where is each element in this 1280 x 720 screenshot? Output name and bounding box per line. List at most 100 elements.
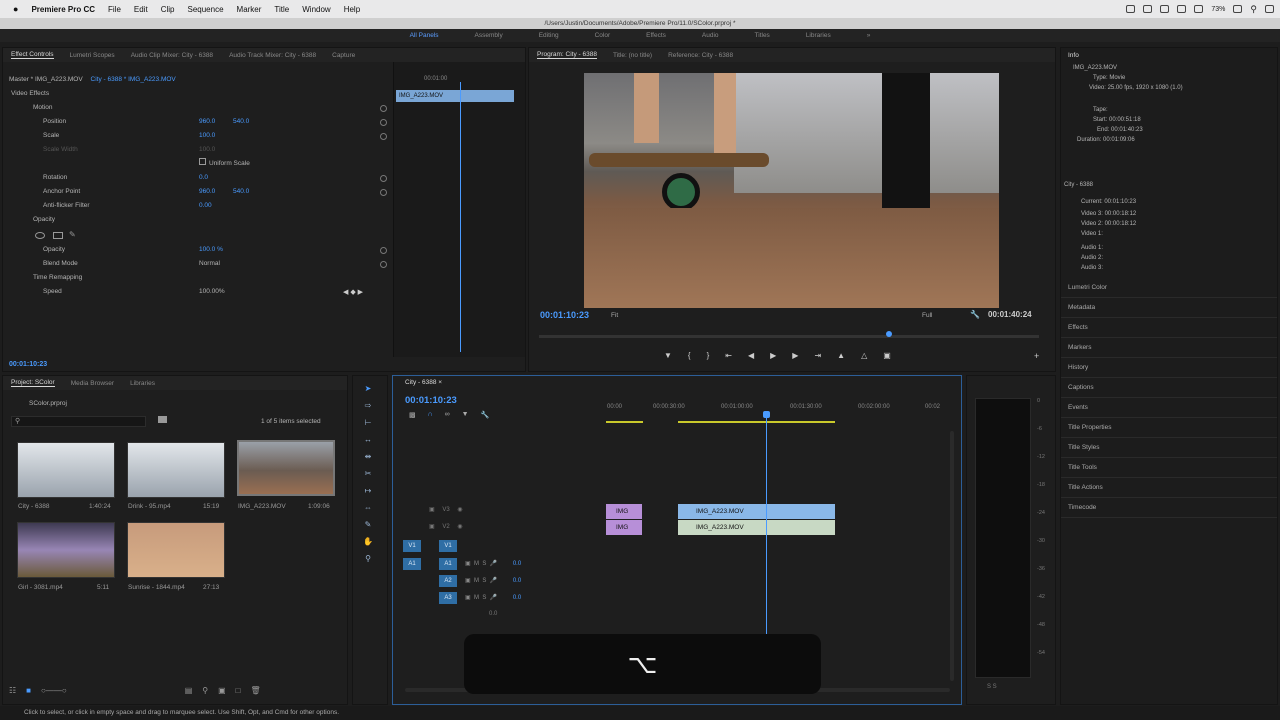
- wifi-icon[interactable]: [1177, 5, 1187, 13]
- vertical-scrollbar[interactable]: [950, 431, 954, 681]
- work-area-bar-short[interactable]: [606, 421, 643, 423]
- panel-metadata[interactable]: Metadata: [1061, 298, 1277, 318]
- new-bin-footer-icon[interactable]: ▣: [218, 686, 226, 695]
- tab-project[interactable]: Project: SColor: [11, 379, 55, 387]
- audio-meter-solo[interactable]: S S: [987, 684, 997, 690]
- mask-pen-icon[interactable]: ✎: [69, 230, 76, 239]
- mini-timeline-playhead[interactable]: [460, 82, 461, 352]
- blend-mode-select[interactable]: Normal: [199, 258, 289, 270]
- linked-selection-icon[interactable]: ∞: [445, 411, 450, 419]
- mark-in-icon[interactable]: {: [688, 351, 691, 360]
- rolling-edit-tool-icon[interactable]: ↔: [363, 435, 373, 445]
- tab-effect-controls[interactable]: Effect Controls: [11, 51, 54, 59]
- timeline-clip-audio-small[interactable]: IMG: [606, 520, 642, 535]
- play-icon[interactable]: ▶: [770, 351, 776, 360]
- timeline-clip-audio[interactable]: IMG_A223.MOV: [678, 520, 835, 535]
- panel-timecode[interactable]: Timecode: [1061, 498, 1277, 518]
- source-patch-v1[interactable]: V1: [403, 540, 421, 552]
- automate-icon[interactable]: ▤: [185, 686, 193, 695]
- go-to-in-icon[interactable]: ⇤: [725, 351, 732, 360]
- project-thumb-girl[interactable]: [17, 522, 115, 578]
- panel-title-styles[interactable]: Title Styles: [1061, 438, 1277, 458]
- track-eye-icon[interactable]: ◉: [457, 507, 462, 513]
- step-back-icon[interactable]: ◀: [748, 351, 754, 360]
- app-menu[interactable]: Premiere Pro CC: [31, 5, 95, 14]
- panel-title-actions[interactable]: Title Actions: [1061, 478, 1277, 498]
- program-current-timecode[interactable]: 00:01:10:23: [540, 310, 589, 320]
- anchor-y-value[interactable]: 540.0: [233, 186, 249, 198]
- timeline-settings-icon[interactable]: 🔧: [481, 411, 490, 419]
- add-marker-icon[interactable]: ▼: [664, 351, 672, 360]
- list-view-icon[interactable]: ☷: [9, 686, 16, 695]
- reset-rotation-icon[interactable]: [380, 175, 387, 182]
- track-eye-icon[interactable]: ◉: [457, 524, 462, 530]
- menu-clip[interactable]: Clip: [161, 5, 175, 14]
- position-y-value[interactable]: 540.0: [233, 116, 249, 128]
- tab-media-browser[interactable]: Media Browser: [71, 380, 114, 387]
- tab-audio-clip-mixer[interactable]: Audio Clip Mixer: City - 6388: [131, 52, 213, 59]
- track-select-tool-icon[interactable]: ⇨: [363, 401, 373, 411]
- track-target-a1[interactable]: A1: [439, 558, 457, 570]
- menu-edit[interactable]: Edit: [134, 5, 148, 14]
- nest-icon[interactable]: ▩: [409, 411, 416, 419]
- reset-opacity-icon[interactable]: [380, 247, 387, 254]
- timeline-ruler[interactable]: 00:00 00:00:30:00 00:01:00:00 00:01:30:0…: [605, 402, 950, 422]
- go-to-out-icon[interactable]: ⇥: [814, 351, 821, 360]
- menu-sequence[interactable]: Sequence: [188, 5, 224, 14]
- panel-history[interactable]: History: [1061, 358, 1277, 378]
- time-remapping-label[interactable]: Time Remapping: [33, 272, 82, 284]
- step-forward-icon[interactable]: ▶: [792, 351, 798, 360]
- mask-ellipse-icon[interactable]: [35, 232, 45, 239]
- selection-tool-icon[interactable]: ➤: [363, 384, 373, 394]
- slip-tool-icon[interactable]: ↦: [363, 486, 373, 496]
- workspace-editing[interactable]: Editing: [539, 32, 559, 39]
- display-icon[interactable]: [1160, 5, 1170, 13]
- ripple-edit-tool-icon[interactable]: ⊢: [363, 418, 373, 428]
- track-lock-icon[interactable]: ▣: [429, 524, 435, 530]
- program-playhead[interactable]: [886, 331, 892, 337]
- search-input[interactable]: ⚲: [11, 416, 146, 427]
- mask-rectangle-icon[interactable]: [53, 232, 63, 239]
- track-header-v3[interactable]: ▣ V3 ◉: [429, 506, 463, 513]
- cc-icon[interactable]: [1126, 5, 1136, 13]
- timeline-tab[interactable]: City - 6388 ×: [405, 379, 442, 386]
- project-thumb-drink[interactable]: [127, 442, 225, 498]
- panel-title-tools[interactable]: Title Tools: [1061, 458, 1277, 478]
- workspace-audio[interactable]: Audio: [702, 32, 719, 39]
- audio-level-value[interactable]: 0.0: [513, 595, 521, 601]
- menu-file[interactable]: File: [108, 5, 121, 14]
- timeline-playhead[interactable]: [766, 413, 767, 658]
- scale-value[interactable]: 100.0: [199, 130, 215, 142]
- program-fit-select[interactable]: Fit: [611, 312, 618, 319]
- workspace-overflow-icon[interactable]: »: [867, 32, 871, 39]
- effect-controls-timecode[interactable]: 00:01:10:23: [9, 361, 47, 368]
- clip-label[interactable]: City - 6388 * IMG_A223.MOV: [91, 76, 176, 83]
- menu-title[interactable]: Title: [274, 5, 289, 14]
- master-track-value[interactable]: 0.0: [489, 611, 497, 617]
- apple-icon[interactable]: ●: [13, 4, 18, 14]
- track-lock-icon[interactable]: ▣: [429, 507, 435, 513]
- export-frame-icon[interactable]: ▣: [883, 351, 891, 360]
- tab-audio-track-mixer[interactable]: Audio Track Mixer: City - 6388: [229, 52, 316, 59]
- notifications-icon[interactable]: [1265, 5, 1274, 13]
- panel-title-properties[interactable]: Title Properties: [1061, 418, 1277, 438]
- hand-tool-icon[interactable]: ✋: [363, 537, 373, 547]
- tab-lumetri-scopes[interactable]: Lumetri Scopes: [70, 52, 115, 59]
- battery-icon[interactable]: [1233, 5, 1243, 13]
- panel-lumetri-color[interactable]: Lumetri Color: [1061, 278, 1277, 298]
- reset-blend-icon[interactable]: [380, 261, 387, 268]
- reset-position-icon[interactable]: [380, 119, 387, 126]
- info-title[interactable]: Info: [1068, 50, 1079, 62]
- workspace-libraries[interactable]: Libraries: [806, 32, 831, 39]
- volume-icon[interactable]: [1194, 5, 1204, 13]
- add-marker-timeline-icon[interactable]: ▼: [462, 411, 469, 419]
- panel-events[interactable]: Events: [1061, 398, 1277, 418]
- workspace-assembly[interactable]: Assembly: [475, 32, 503, 39]
- anchor-x-value[interactable]: 960.0: [199, 186, 215, 198]
- tab-reference[interactable]: Reference: City - 6388: [668, 52, 733, 59]
- workspace-color[interactable]: Color: [595, 32, 611, 39]
- track-target-a3[interactable]: A3: [439, 592, 457, 604]
- panel-effects[interactable]: Effects: [1061, 318, 1277, 338]
- reset-motion-icon[interactable]: [380, 105, 387, 112]
- lift-icon[interactable]: ▲: [837, 351, 845, 360]
